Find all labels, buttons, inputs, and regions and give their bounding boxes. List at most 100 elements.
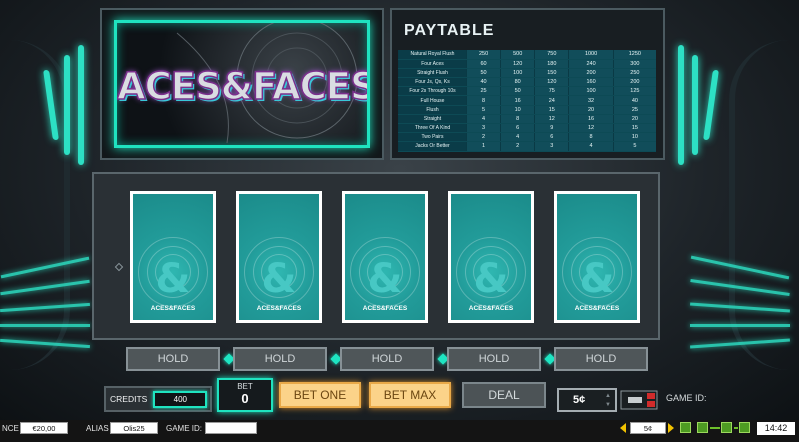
- card-slot-5[interactable]: & ACES&FACES: [554, 191, 640, 323]
- hold-button-2[interactable]: HOLD: [233, 347, 327, 371]
- paytable-row: Four Aces 60 120 180 240 300: [398, 59, 656, 69]
- sound-icon[interactable]: [697, 422, 708, 433]
- paytable-payout: 5: [465, 105, 501, 115]
- paytable-hand: Natural Royal Flush: [398, 50, 467, 60]
- card-label: ACES&FACES: [468, 305, 514, 312]
- paytable-payout: 20: [568, 105, 614, 115]
- paytable-payout: 10: [612, 132, 656, 143]
- paytable-row: Straight Flush 50 100 150 200 250: [398, 68, 656, 79]
- hold-button-1[interactable]: HOLD: [126, 347, 220, 371]
- autoplay-toggle-icon[interactable]: [620, 390, 658, 410]
- clock: 14:42: [757, 422, 795, 435]
- paytable-row: Four 2s Through 10s 25 50 75 100 125: [398, 86, 656, 97]
- credits-display: CREDITS 400: [104, 386, 212, 412]
- paytable-payout: 2: [465, 132, 501, 143]
- card-label: ACES&FACES: [362, 305, 408, 312]
- alias-field: Olis25: [110, 422, 158, 434]
- paytable-hand: Four Aces: [398, 59, 467, 69]
- help-icon[interactable]: [680, 422, 691, 433]
- paytable-payout: 3: [534, 141, 569, 152]
- paytable-payout: 750: [534, 50, 569, 60]
- bet-display: BET 0: [217, 378, 273, 412]
- credits-value: 400: [153, 390, 208, 408]
- logo-frame: ACES&FACES: [114, 20, 370, 148]
- paytable-payout: 4: [568, 141, 614, 152]
- card-back: & ACES&FACES: [133, 194, 213, 320]
- paytable-payout: 2: [500, 141, 535, 152]
- denom-prev-icon[interactable]: [620, 423, 626, 433]
- game-id-field: [205, 422, 257, 434]
- ampersand-icon: &: [367, 256, 403, 302]
- paytable-payout: 8: [465, 95, 501, 106]
- paytable-payout: 180: [534, 59, 569, 69]
- logo-panel: ACES&FACES: [100, 8, 384, 160]
- paytable-payout: 6: [534, 132, 569, 143]
- paytable-payout: 6: [500, 123, 535, 134]
- denom-next-icon[interactable]: [668, 423, 674, 433]
- paytable-hand: Two Pairs: [398, 132, 467, 143]
- ampersand-icon: &: [473, 256, 509, 302]
- hold-button-4[interactable]: HOLD: [447, 347, 541, 371]
- paytable-hand: Straight Flush: [398, 68, 467, 79]
- paytable-payout: 250: [465, 50, 501, 60]
- close-icon[interactable]: [739, 422, 750, 433]
- paytable-payout: 40: [465, 77, 501, 88]
- card-label: ACES&FACES: [256, 305, 302, 312]
- denomination-selector[interactable]: 5¢ ▲ ▼: [557, 388, 617, 412]
- paytable-row: Two Pairs 2 4 6 8 10: [398, 132, 656, 143]
- left-glow-bar: [78, 45, 84, 165]
- paytable-row: Full House 8 16 24 32 40: [398, 95, 656, 106]
- paytable-title: PAYTABLE: [404, 22, 495, 39]
- status-denom-field: 5¢: [630, 422, 666, 434]
- hold-button-3[interactable]: HOLD: [340, 347, 434, 371]
- bet-max-button[interactable]: BET MAX: [369, 382, 451, 408]
- paytable-row: Straight 4 8 12 16 20: [398, 114, 656, 125]
- left-decor: [0, 40, 70, 370]
- paytable-payout: 1000: [568, 50, 614, 60]
- hold-button-5[interactable]: HOLD: [554, 347, 648, 371]
- bet-value: 0: [241, 391, 249, 406]
- paytable-payout: 40: [612, 95, 656, 106]
- paytable-payout: 15: [612, 123, 656, 134]
- ampersand-icon: &: [579, 256, 615, 302]
- paytable-payout: 8: [500, 114, 535, 125]
- paytable-payout: 300: [612, 59, 656, 69]
- paytable-hand: Full House: [398, 95, 467, 106]
- denomination-arrows-icon[interactable]: ▲ ▼: [603, 392, 613, 410]
- deal-button[interactable]: DEAL: [462, 382, 546, 408]
- game-stage: ACES&FACES PAYTABLE Natural Royal Flush 2…: [0, 0, 799, 422]
- paytable-payout: 60: [465, 59, 501, 69]
- paytable-payout: 10: [500, 105, 535, 115]
- status-divider: [710, 427, 720, 429]
- paytable-payout: 250: [612, 68, 656, 79]
- ampersand-icon: &: [261, 256, 297, 302]
- card-slot-1[interactable]: & ACES&FACES: [130, 191, 216, 323]
- card-label: ACES&FACES: [150, 305, 196, 312]
- paytable-payout: 1250: [612, 50, 656, 60]
- paytable-payout: 120: [534, 77, 569, 88]
- card-slot-3[interactable]: & ACES&FACES: [342, 191, 428, 323]
- paytable-row: Flush 5 10 15 20 25: [398, 105, 656, 115]
- right-glow-bar: [678, 45, 684, 165]
- balance-field: €20,00: [20, 422, 68, 434]
- paytable-payout: 200: [612, 77, 656, 88]
- paytable-payout: 120: [500, 59, 535, 69]
- paytable-payout: 50: [465, 68, 501, 79]
- left-edge-diamond-icon: [114, 262, 124, 272]
- bet-label: BET: [237, 382, 253, 391]
- game-id-label: GAME ID:: [666, 393, 707, 403]
- paytable-payout: 16: [568, 114, 614, 125]
- paytable-payout: 75: [534, 86, 569, 97]
- ampersand-icon: &: [155, 256, 191, 302]
- card-slot-2[interactable]: & ACES&FACES: [236, 191, 322, 323]
- card-back: & ACES&FACES: [451, 194, 531, 320]
- fullscreen-icon[interactable]: [721, 422, 732, 433]
- paytable-payout: 4: [500, 132, 535, 143]
- right-glow-bar: [703, 70, 719, 140]
- paytable-payout: 16: [500, 95, 535, 106]
- paytable-row: Four Js, Qs, Ks 40 80 120 160 200: [398, 77, 656, 88]
- card-slot-4[interactable]: & ACES&FACES: [448, 191, 534, 323]
- paytable-hand: Four Js, Qs, Ks: [398, 77, 467, 88]
- bet-one-button[interactable]: BET ONE: [279, 382, 361, 408]
- paytable-payout: 25: [465, 86, 501, 97]
